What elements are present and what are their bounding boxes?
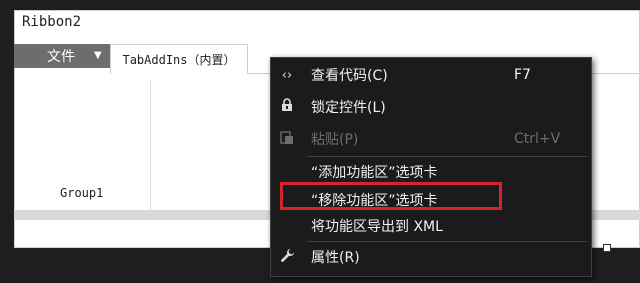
menu-item-shortcut: Ctrl+V bbox=[514, 131, 561, 147]
menu-item-lock-controls[interactable]: 锁定控件(L) bbox=[271, 94, 589, 120]
paste-icon bbox=[279, 130, 295, 149]
group-separator bbox=[150, 80, 151, 210]
menu-item-label: 将功能区导出到 XML bbox=[311, 219, 443, 235]
code-icon: ‹› bbox=[281, 67, 293, 83]
wrench-icon bbox=[279, 248, 295, 267]
menu-item-label: 查看代码(C) bbox=[311, 68, 388, 84]
menu-separator bbox=[307, 241, 587, 242]
menu-item-label: “添加功能区”选项卡 bbox=[311, 165, 438, 181]
chevron-down-icon[interactable]: ▼ bbox=[94, 50, 102, 61]
menu-item-properties[interactable]: 属性(R) bbox=[271, 244, 589, 270]
ribbon-title: Ribbon2 bbox=[22, 14, 82, 30]
highlight-box bbox=[280, 182, 502, 210]
menu-item-label: 粘贴(P) bbox=[311, 132, 359, 148]
resize-handle[interactable] bbox=[603, 244, 611, 252]
lock-icon bbox=[279, 98, 295, 116]
menu-item-label: 锁定控件(L) bbox=[311, 100, 386, 116]
menu-item-label: 属性(R) bbox=[311, 250, 360, 266]
menu-item-export-ribbon-xml[interactable]: 将功能区导出到 XML bbox=[271, 213, 589, 239]
tab-addins[interactable]: TabAddIns（内置） bbox=[110, 44, 248, 74]
context-menu: ‹› 查看代码(C) F7 锁定控件(L) 粘贴(P) Ctrl+V “添加功能… bbox=[270, 57, 592, 277]
menu-item-view-code[interactable]: ‹› 查看代码(C) F7 bbox=[271, 62, 589, 88]
group-label[interactable]: Group1 bbox=[60, 186, 103, 200]
menu-separator bbox=[307, 156, 587, 157]
menu-item-paste[interactable]: 粘贴(P) Ctrl+V bbox=[271, 126, 589, 152]
file-tab[interactable]: 文件 ▼ bbox=[14, 44, 110, 68]
menu-item-shortcut: F7 bbox=[514, 67, 531, 83]
file-tab-label: 文件 bbox=[47, 49, 75, 65]
